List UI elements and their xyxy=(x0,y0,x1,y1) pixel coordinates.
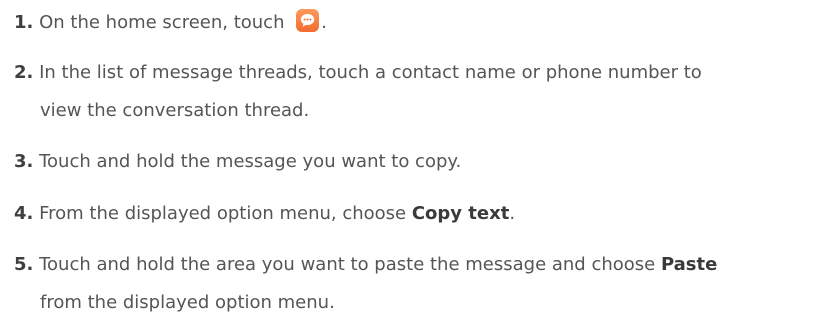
step-1-number: 1. xyxy=(14,12,34,33)
step-2-continued: view the conversation thread. xyxy=(14,94,820,128)
step-2-text-line1: In the list of message threads, touch a … xyxy=(39,62,702,83)
step-5-text-line2: from the displayed option menu. xyxy=(40,292,335,313)
step-1-text: On the home screen, touch xyxy=(39,12,285,33)
copy-text-label: Copy text xyxy=(411,203,510,224)
step-5-text-line1: Touch and hold the area you want to past… xyxy=(39,254,661,275)
step-2-text-line2: view the conversation thread. xyxy=(40,100,310,121)
step-1: 1. On the home screen, touch . xyxy=(14,6,814,40)
step-3: 3. Touch and hold the message you want t… xyxy=(14,145,814,179)
step-4-text: From the displayed option menu, choose xyxy=(39,203,412,224)
step-5: 5. Touch and hold the area you want to p… xyxy=(14,248,814,282)
step-4: 4. From the displayed option menu, choos… xyxy=(14,197,814,231)
step-4-period: . xyxy=(509,203,516,224)
step-3-text: Touch and hold the message you want to c… xyxy=(39,151,462,172)
step-2-number: 2. xyxy=(14,62,34,83)
step-3-number: 3. xyxy=(14,151,34,172)
step-5-continued: from the displayed option menu. xyxy=(14,286,820,320)
paste-label: Paste xyxy=(660,254,718,275)
step-4-number: 4. xyxy=(14,203,34,224)
step-1-period: . xyxy=(321,12,327,33)
step-2: 2. In the list of message threads, touch… xyxy=(14,56,814,90)
messaging-app-icon xyxy=(296,9,320,32)
step-5-number: 5. xyxy=(14,254,34,275)
